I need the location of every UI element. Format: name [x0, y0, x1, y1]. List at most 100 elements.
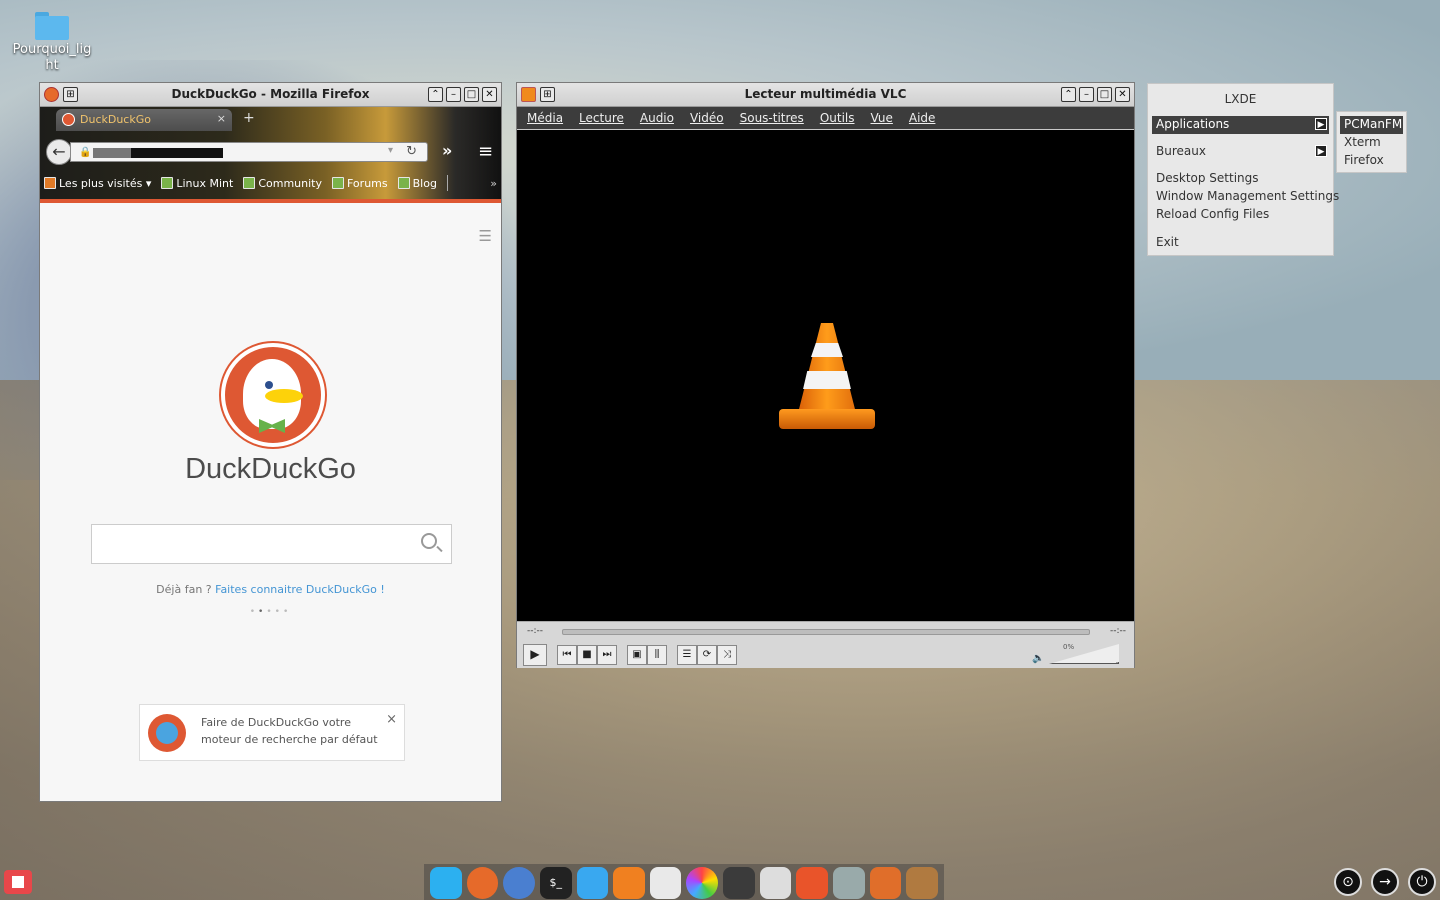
menu-media[interactable]: Média — [527, 111, 563, 125]
mint-icon — [332, 177, 344, 189]
bookmark-label: Blog — [412, 176, 437, 190]
minimize-button[interactable]: – — [1079, 87, 1094, 102]
minimize-button[interactable]: – — [446, 87, 461, 102]
chevron-right-icon: ▶ — [1315, 118, 1327, 130]
start-menu-icon[interactable] — [4, 870, 32, 894]
lock-icon: 🔒 — [79, 147, 92, 158]
stop-button[interactable]: ■ — [577, 645, 597, 665]
bookmark-blog[interactable]: Blog — [397, 176, 437, 190]
bookmark-forums[interactable]: Forums — [332, 177, 388, 190]
skype-icon[interactable] — [430, 867, 462, 899]
carousel-dots[interactable]: ••••• — [40, 607, 501, 617]
reload-icon[interactable]: ↻ — [406, 144, 417, 159]
bookmark-linux-mint[interactable]: Linux Mint — [161, 177, 233, 190]
promo-text: Faire de DuckDuckGo votre moteur de rech… — [201, 716, 378, 746]
tab-label: DuckDuckGo — [80, 113, 151, 126]
store-icon[interactable] — [796, 867, 829, 899]
menu-item-exit[interactable]: Exit — [1152, 234, 1329, 252]
jump-icon[interactable] — [613, 867, 645, 899]
menu-audio[interactable]: Audio — [640, 111, 674, 125]
menu-item-applications[interactable]: Applications ▶ — [1152, 116, 1329, 134]
power-icon[interactable]: ⏻ — [1408, 868, 1436, 896]
url-bar[interactable]: 🔒 ▾ ↻ — [70, 142, 428, 162]
bookmarks-overflow-icon[interactable]: » — [490, 177, 497, 190]
tab-close-icon[interactable]: × — [217, 112, 226, 125]
desktop-folder-label: Pourquoi_lig ht — [12, 42, 92, 73]
mint-icon — [161, 177, 174, 189]
new-tab-button[interactable]: + — [243, 110, 255, 126]
terminal-icon[interactable]: $_ — [539, 867, 572, 899]
firefox-icon[interactable] — [466, 867, 499, 899]
tab-duckduckgo[interactable]: DuckDuckGo × — [56, 109, 232, 131]
menu-help[interactable]: Aide — [909, 111, 936, 125]
brand-name: DuckDuckGo — [185, 453, 356, 485]
default-search-promo[interactable]: Faire de DuckDuckGo votre moteur de rech… — [139, 704, 405, 761]
shuffle-button[interactable]: ⤨ — [717, 645, 737, 665]
close-icon[interactable]: × — [386, 712, 397, 727]
menu-item-label: Bureaux — [1156, 144, 1206, 158]
install-icon[interactable] — [906, 867, 938, 899]
next-button[interactable]: ⏭ — [597, 645, 617, 665]
maximize-button[interactable]: □ — [1097, 87, 1112, 102]
color-icon[interactable] — [686, 867, 719, 899]
hamburger-menu-icon[interactable]: ≡ — [478, 141, 493, 162]
volume-slider[interactable]: 0% — [1049, 643, 1119, 664]
fan-line: Déjà fan ? Faites connaitre DuckDuckGo ! — [40, 583, 501, 596]
play-button[interactable]: ▶ — [523, 644, 547, 666]
vlc-icon[interactable] — [649, 867, 682, 899]
submenu-item-pcmanfm[interactable]: PCManFM — [1340, 116, 1403, 134]
fullscreen-button[interactable]: ▣ — [627, 645, 647, 665]
shade-button[interactable]: ⌃ — [1061, 87, 1076, 102]
vlc-titlebar[interactable]: ⊞ Lecteur multimédia VLC ⌃ – □ ✕ — [517, 83, 1134, 107]
loop-button[interactable]: ⟳ — [697, 645, 717, 665]
back-button[interactable]: ← — [46, 139, 72, 165]
video-area[interactable] — [517, 130, 1134, 621]
menu-subtitles[interactable]: Sous-titres — [740, 111, 804, 125]
lock-icon[interactable]: ⊙ — [1334, 868, 1362, 896]
bookmark-most-visited[interactable]: Les plus visités ▾ — [44, 177, 151, 190]
search-input[interactable] — [91, 524, 452, 564]
chevron-right-icon: ▶ — [1315, 145, 1327, 157]
kodi-icon[interactable] — [723, 867, 755, 899]
duckduckgo-favicon — [62, 113, 75, 126]
maximize-button[interactable]: □ — [464, 87, 479, 102]
gimp-icon[interactable] — [869, 867, 902, 899]
menu-view[interactable]: Vue — [871, 111, 893, 125]
seek-slider[interactable] — [562, 629, 1090, 635]
overflow-chevron-icon[interactable]: » — [442, 141, 452, 160]
spread-link[interactable]: Faites connaitre DuckDuckGo ! — [215, 583, 385, 596]
menu-header: LXDE — [1224, 92, 1257, 106]
menu-tools[interactable]: Outils — [820, 111, 855, 125]
previous-button[interactable]: ⏮ — [557, 645, 577, 665]
close-button[interactable]: ✕ — [482, 87, 497, 102]
extended-settings-button[interactable]: ⫼ — [647, 645, 667, 665]
menu-item-bureaux[interactable]: Bureaux ▶ — [1152, 143, 1329, 161]
duckduckgo-page: ☰ DuckDuckGo Déjà fan ? Faites connaitre… — [40, 203, 501, 801]
menu-item-window-management[interactable]: Window Management Settings — [1152, 188, 1339, 206]
close-button[interactable]: ✕ — [1115, 87, 1130, 102]
search-icon[interactable] — [421, 533, 437, 549]
history-dropdown-icon[interactable]: ▾ — [388, 145, 393, 156]
mint-icon — [397, 177, 410, 189]
files-icon[interactable] — [759, 867, 792, 899]
bookmark-community[interactable]: Community — [243, 177, 322, 190]
playlist-button[interactable]: ☰ — [677, 645, 697, 665]
chromium-icon[interactable] — [503, 867, 535, 899]
submenu-item-xterm[interactable]: Xterm — [1340, 134, 1403, 152]
menu-item-reload-config[interactable]: Reload Config Files — [1152, 206, 1329, 224]
menu-item-desktop-settings[interactable]: Desktop Settings — [1152, 170, 1329, 188]
window-title: Lecteur multimédia VLC — [744, 87, 907, 101]
finder-icon[interactable] — [576, 867, 609, 899]
settings-icon[interactable] — [833, 867, 865, 899]
logout-icon[interactable]: → — [1371, 868, 1399, 896]
page-menu-icon[interactable]: ☰ — [479, 227, 492, 245]
volume-icon[interactable]: 🔈 — [1032, 653, 1044, 664]
shade-button[interactable]: ⌃ — [428, 87, 443, 102]
menu-lecture[interactable]: Lecture — [579, 111, 624, 125]
desktop-folder[interactable]: Pourquoi_lig ht — [8, 8, 96, 74]
lxde-menu: LXDE Applications ▶ Bureaux ▶ Desktop Se… — [1147, 83, 1339, 256]
menu-video[interactable]: Vidéo — [690, 111, 724, 125]
url-redacted — [93, 148, 131, 158]
submenu-item-firefox[interactable]: Firefox — [1340, 152, 1403, 170]
firefox-titlebar[interactable]: ⊞ DuckDuckGo - Mozilla Firefox ⌃ – □ ✕ — [40, 83, 501, 107]
